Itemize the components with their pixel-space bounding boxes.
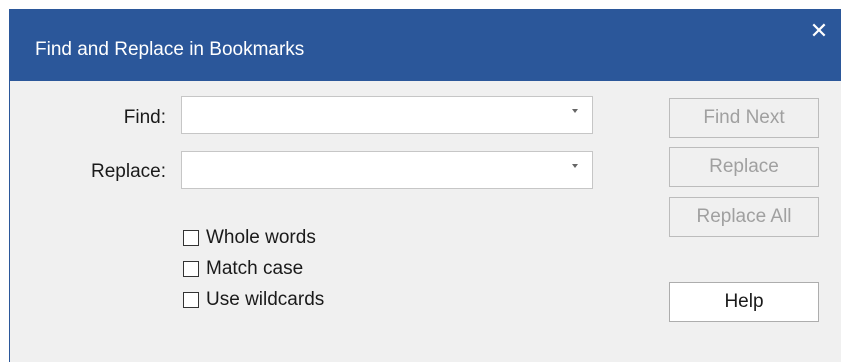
- use-wildcards-label: Use wildcards: [206, 289, 325, 310]
- use-wildcards-option[interactable]: Use wildcards: [183, 289, 324, 311]
- title-bar[interactable]: Find and Replace in Bookmarks ✕: [10, 9, 841, 81]
- match-case-checkbox[interactable]: [183, 261, 199, 277]
- close-icon[interactable]: ✕: [807, 19, 831, 43]
- replace-input[interactable]: [186, 156, 560, 186]
- replace-dropdown-arrow-icon[interactable]: [572, 164, 578, 168]
- find-dropdown-arrow-icon[interactable]: [572, 109, 578, 113]
- match-case-option[interactable]: Match case: [183, 258, 303, 280]
- match-case-label: Match case: [206, 258, 304, 279]
- whole-words-checkbox[interactable]: [183, 230, 199, 246]
- find-next-button[interactable]: Find Next: [669, 98, 819, 138]
- dialog-title: Find and Replace in Bookmarks: [35, 39, 305, 60]
- replace-all-button[interactable]: Replace All: [669, 197, 819, 237]
- replace-button[interactable]: Replace: [669, 147, 819, 187]
- help-button[interactable]: Help: [669, 282, 819, 322]
- find-combobox[interactable]: [181, 96, 593, 134]
- find-label: Find:: [123, 107, 166, 128]
- replace-label: Replace:: [91, 161, 166, 182]
- find-replace-dialog: Find and Replace in Bookmarks ✕ Find: Re…: [9, 9, 841, 362]
- whole-words-option[interactable]: Whole words: [183, 227, 316, 249]
- replace-combobox[interactable]: [181, 151, 593, 189]
- find-input[interactable]: [186, 101, 560, 131]
- use-wildcards-checkbox[interactable]: [183, 292, 199, 308]
- whole-words-label: Whole words: [206, 227, 316, 248]
